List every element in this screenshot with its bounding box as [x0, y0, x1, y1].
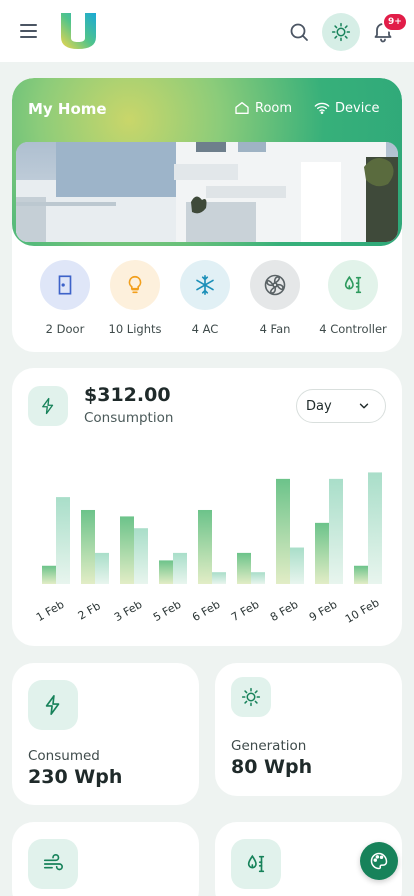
snowflake-icon	[196, 275, 214, 295]
period-select[interactable]: Day	[296, 389, 386, 423]
tab-room-label: Room	[255, 100, 293, 116]
chart-bar	[120, 516, 134, 584]
device-door[interactable]: 2 Door	[30, 260, 100, 336]
x-tick-label: 2 Fb	[76, 599, 103, 622]
device-lights-label: 10 Lights	[108, 322, 162, 336]
device-controller-label: 4 Controller	[319, 322, 387, 336]
x-tick-label: 3 Feb	[112, 598, 144, 624]
chart-bar	[354, 565, 368, 584]
tab-room[interactable]: Room	[234, 100, 292, 116]
x-tick-label: 5 Feb	[151, 598, 183, 624]
device-fan-label: 4 Fan	[259, 322, 291, 336]
wifi-icon	[314, 102, 330, 114]
chart-bar	[173, 552, 187, 584]
controller-icon	[344, 275, 362, 294]
x-tick-label: 8 Feb	[268, 598, 300, 624]
consumption-card: $312.00 Consumption Day 1 Feb 2 Fb 3 Feb 5 …	[12, 368, 402, 646]
house-photo	[16, 142, 398, 242]
x-tick-label: 1 Feb	[34, 598, 66, 624]
stat-value: 230 Wph	[28, 766, 123, 788]
stat-icon-box	[231, 839, 281, 889]
chart-bar	[212, 572, 226, 584]
stat-value: 80 Wph	[231, 756, 313, 778]
tab-device[interactable]: Device	[314, 100, 379, 116]
house-icon	[235, 102, 249, 114]
chart-bar	[251, 572, 265, 584]
stat-icon-box	[28, 680, 78, 730]
palette-icon	[370, 852, 388, 870]
chart-bar	[159, 560, 173, 584]
stat-card-generation[interactable]: Generation 80 Wph	[215, 663, 402, 796]
home-hero: My Home Room Device	[12, 78, 402, 246]
menu-icon[interactable]	[20, 21, 42, 41]
logo[interactable]	[60, 12, 97, 50]
chart-bar	[95, 552, 109, 584]
device-controller[interactable]: 4 Controller	[318, 260, 388, 336]
stat-card-consumed[interactable]: Consumed 230 Wph	[12, 663, 199, 805]
chart-bar	[237, 552, 251, 584]
stat-card-wind[interactable]	[12, 822, 199, 896]
home-title: My Home	[28, 100, 107, 118]
sun-icon	[241, 687, 261, 707]
bolt-icon	[45, 695, 60, 715]
x-tick-label: 7 Feb	[229, 598, 261, 624]
stat-icon-box	[28, 839, 78, 889]
consumption-label: Consumption	[84, 410, 174, 426]
top-bar: 9+	[0, 0, 414, 62]
chevron-down-icon	[359, 403, 369, 409]
stat-label: Generation	[231, 738, 307, 754]
x-tick-label: 9 Feb	[307, 598, 339, 624]
device-door-label: 2 Door	[45, 322, 85, 336]
home-card: My Home Room Device 2 Door 10 Lights 4 A…	[12, 78, 402, 352]
period-select-value: Day	[306, 398, 332, 414]
tab-device-label: Device	[335, 100, 380, 116]
chart-bar	[56, 497, 70, 584]
controller-icon	[247, 854, 265, 873]
x-tick-label: 6 Feb	[190, 598, 222, 624]
stat-icon-box	[231, 677, 271, 717]
device-lights[interactable]: 10 Lights	[100, 260, 170, 336]
consumption-amount: $312.00	[84, 384, 171, 406]
device-ac-label: 4 AC	[191, 322, 219, 336]
x-tick-label: 10 Feb	[343, 596, 382, 626]
theme-toggle-button[interactable]	[322, 13, 360, 51]
consumption-chart: 1 Feb 2 Fb 3 Feb 5 Feb 6 Feb 7 Feb 8 Feb 9 Feb 1…	[34, 472, 382, 626]
chart-bar	[198, 509, 212, 584]
bolt-icon	[42, 397, 54, 415]
notification-badge: 9+	[382, 12, 408, 32]
wind-icon	[43, 854, 63, 871]
stat-label: Consumed	[28, 748, 100, 764]
chart-bar	[329, 478, 343, 584]
chart-bar	[290, 547, 304, 584]
chart-bar	[276, 478, 290, 584]
device-fan[interactable]: 4 Fan	[240, 260, 310, 336]
consumption-icon-box	[28, 386, 68, 426]
bulb-icon	[128, 275, 142, 294]
chart-bar	[81, 509, 95, 584]
chart-bar	[315, 522, 329, 584]
chart-bar	[42, 565, 56, 584]
door-icon	[58, 275, 72, 295]
search-icon[interactable]	[287, 20, 311, 44]
sun-icon	[331, 22, 351, 42]
chart-bar	[134, 528, 148, 584]
chart-bar	[368, 472, 382, 584]
device-ac[interactable]: 4 AC	[170, 260, 240, 336]
theme-palette-button[interactable]	[360, 842, 398, 880]
fan-icon	[264, 274, 286, 296]
